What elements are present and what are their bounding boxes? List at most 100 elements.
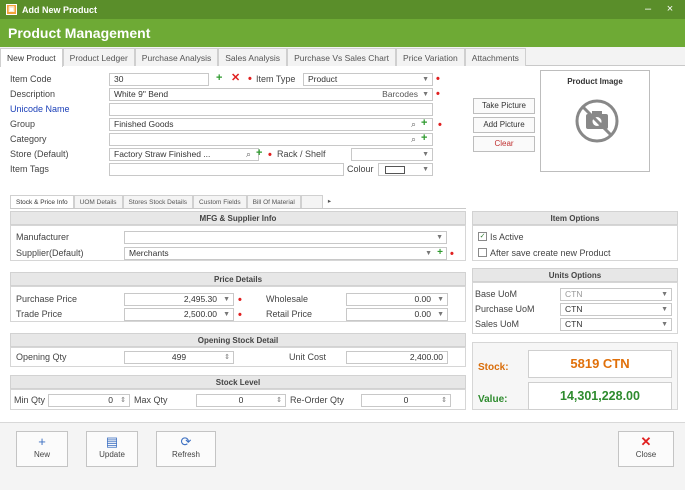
store-field[interactable]: Factory Straw Finished ... (109, 148, 259, 161)
product-image-box[interactable]: Product Image (540, 70, 650, 172)
subtab-scroll-icon[interactable]: ▸ (323, 195, 336, 208)
is-active-checkbox[interactable]: ✓ (478, 232, 487, 241)
close-button[interactable]: ✕ Close (618, 431, 674, 467)
colour-picker[interactable]: ▼ (378, 163, 433, 176)
tab-price-variation[interactable]: Price Variation (396, 48, 465, 66)
new-product-panel: Item Code 30 + ✕ • Item Type Product ▼ • … (6, 68, 679, 420)
sales-uom-label: Sales UoM (475, 319, 520, 329)
manufacturer-select[interactable]: ▼ (124, 231, 447, 244)
main-tabs: New Product Product Ledger Purchase Anal… (0, 47, 685, 67)
opening-qty-field[interactable]: 499 ⇕ (124, 351, 234, 364)
chevron-down-icon: ▼ (661, 291, 668, 298)
required-marker: • (436, 88, 440, 100)
chevron-down-icon: ▼ (437, 311, 444, 318)
tags-field[interactable] (109, 163, 344, 176)
barcodes-link[interactable]: Barcodes (382, 89, 418, 100)
group-value: Finished Goods (114, 119, 174, 129)
chevron-down-icon: ▼ (422, 91, 429, 98)
new-button[interactable]: + New (16, 431, 68, 467)
purchase-uom-select[interactable]: CTN ▼ (560, 303, 672, 316)
after-save-checkbox[interactable] (478, 248, 487, 257)
item-type-select[interactable]: Product ▼ (303, 73, 433, 86)
add-supplier-icon[interactable]: + (437, 248, 443, 258)
is-active-label: Is Active (490, 232, 524, 242)
units-options-title: Units Options (472, 268, 678, 282)
tab-purchase-analysis[interactable]: Purchase Analysis (134, 48, 219, 66)
clear-picture-button[interactable]: Clear (473, 136, 535, 152)
add-item-code-icon[interactable]: + (216, 72, 222, 84)
description-field[interactable]: White 9" Bend Barcodes ▼ (109, 88, 433, 101)
add-picture-button[interactable]: Add Picture (473, 117, 535, 133)
add-group-icon[interactable]: + (421, 117, 427, 129)
stepper-icon[interactable]: ⇕ (120, 395, 126, 406)
chevron-down-icon: ▼ (661, 306, 668, 313)
category-field[interactable] (109, 133, 433, 146)
camera-off-icon (575, 99, 619, 143)
save-icon: ▤ (105, 434, 119, 449)
unit-cost-field[interactable]: 2,400.00 (346, 351, 448, 364)
supplier-select[interactable]: Merchants ▼ + (124, 247, 447, 260)
subtab-custom-fields[interactable]: Custom Fields (193, 195, 247, 208)
stepper-icon[interactable]: ⇕ (224, 352, 230, 363)
tab-new-product[interactable]: New Product (0, 48, 63, 67)
item-options-title: Item Options (472, 211, 678, 225)
app-icon: ▣ (6, 4, 17, 15)
take-picture-button[interactable]: Take Picture (473, 98, 535, 114)
window-close-button[interactable]: × (662, 2, 678, 16)
item-code-field[interactable]: 30 (109, 73, 209, 86)
new-button-label: New (33, 450, 50, 459)
subtab-stores-stock-details[interactable]: Stores Stock Details (122, 195, 194, 208)
bottom-toolbar: + New ▤ Update ⟳ Refresh ✕ Close (0, 422, 685, 490)
stepper-icon[interactable]: ⇕ (441, 395, 447, 406)
tab-purchase-vs-sales-chart[interactable]: Purchase Vs Sales Chart (287, 48, 397, 66)
stock-value: 5819 CTN (528, 350, 672, 378)
trade-price-field[interactable]: 2,500.00 ▼ (124, 308, 234, 321)
search-icon[interactable]: ⌕ (246, 148, 251, 160)
chevron-down-icon: ▼ (661, 321, 668, 328)
store-label: Store (Default) (10, 149, 69, 159)
min-qty-field[interactable]: 0 ⇕ (48, 394, 130, 407)
tab-attachments[interactable]: Attachments (464, 48, 526, 66)
subtab-stock-price-info[interactable]: Stock & Price Info (10, 195, 74, 208)
retail-price-field[interactable]: 0.00 ▼ (346, 308, 448, 321)
refresh-button[interactable]: ⟳ Refresh (156, 431, 216, 467)
base-uom-select[interactable]: CTN ▼ (560, 288, 672, 301)
opening-qty-value: 499 (171, 352, 187, 362)
sales-uom-value: CTN (565, 319, 583, 329)
refresh-button-label: Refresh (171, 450, 200, 459)
update-button[interactable]: ▤ Update (86, 431, 138, 467)
chevron-down-icon: ▼ (223, 296, 230, 303)
subtab-bill-of-material[interactable]: Bill Of Material (246, 195, 301, 208)
store-value: Factory Straw Finished ... (114, 149, 211, 159)
subtab-more[interactable] (300, 195, 323, 208)
search-icon[interactable]: ⌕ (411, 133, 416, 145)
reorder-qty-field[interactable]: 0 ⇕ (361, 394, 451, 407)
unicode-name-field[interactable] (109, 103, 433, 116)
trade-price-value: 2,500.00 (183, 309, 217, 319)
tab-sales-analysis[interactable]: Sales Analysis (218, 48, 288, 66)
wholesale-field[interactable]: 0.00 ▼ (346, 293, 448, 306)
required-marker: • (238, 309, 242, 321)
after-save-label: After save create new Product (490, 248, 611, 258)
rack-select[interactable]: ▼ (351, 148, 433, 161)
base-uom-label: Base UoM (475, 289, 518, 299)
required-marker: • (268, 149, 272, 161)
minimize-button[interactable]: – (640, 2, 656, 16)
sales-uom-select[interactable]: CTN ▼ (560, 318, 672, 331)
add-store-icon[interactable]: + (256, 147, 262, 159)
manufacturer-label: Manufacturer (16, 232, 70, 242)
tab-product-ledger[interactable]: Product Ledger (62, 48, 135, 66)
rack-label: Rack / Shelf (277, 149, 326, 159)
search-icon[interactable]: ⌕ (411, 118, 416, 130)
purchase-uom-value: CTN (565, 304, 583, 314)
subtab-uom-details[interactable]: UOM Details (73, 195, 123, 208)
max-qty-field[interactable]: 0 ⇕ (196, 394, 286, 407)
add-category-icon[interactable]: + (421, 132, 427, 144)
delete-item-code-icon[interactable]: ✕ (231, 72, 240, 84)
purchase-price-label: Purchase Price (16, 294, 78, 304)
purchase-price-field[interactable]: 2,495.30 ▼ (124, 293, 234, 306)
wholesale-label: Wholesale (266, 294, 309, 304)
group-field[interactable]: Finished Goods (109, 118, 433, 131)
trade-price-label: Trade Price (16, 309, 63, 319)
stepper-icon[interactable]: ⇕ (276, 395, 282, 406)
